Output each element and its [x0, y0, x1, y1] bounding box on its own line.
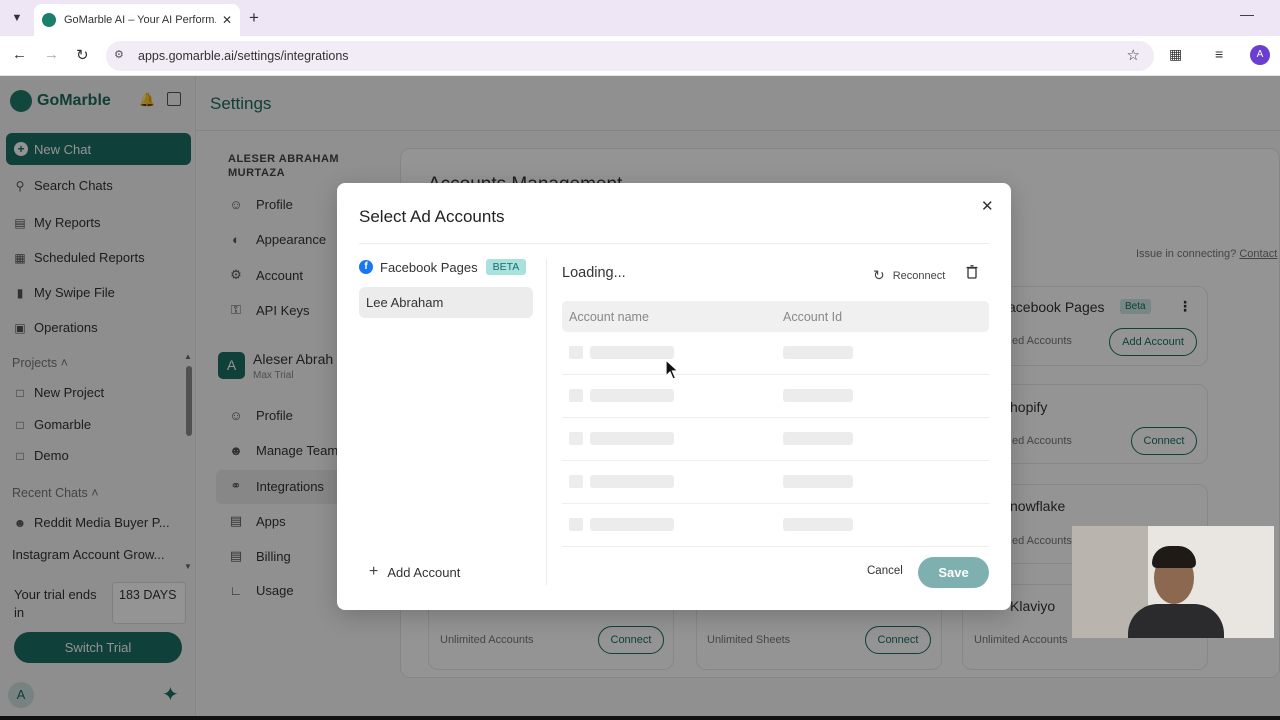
webcam-video-overlay: [1072, 526, 1274, 638]
refresh-icon: ↻: [873, 267, 885, 283]
skeleton-name: [590, 432, 674, 445]
extensions-puzzle-icon[interactable]: ▦: [1169, 46, 1182, 63]
screen-bottom-edge: [0, 716, 1280, 720]
minimize-window-icon[interactable]: —: [1240, 6, 1254, 22]
browser-tab[interactable]: GoMarble AI – Your AI Perform... ✕: [34, 4, 240, 36]
column-account-id: Account Id: [783, 310, 843, 324]
skeleton-checkbox: [569, 346, 583, 359]
reload-icon[interactable]: ↻: [76, 46, 89, 64]
skeleton-name: [590, 518, 674, 531]
reconnect-label: Reconnect: [892, 269, 946, 282]
gomarble-favicon-icon: [42, 13, 56, 27]
close-tab-icon[interactable]: ✕: [222, 13, 232, 27]
skeleton-row: [562, 418, 989, 461]
skeleton-row: [562, 375, 989, 418]
close-icon[interactable]: ✕: [981, 197, 994, 215]
select-ad-accounts-modal: Select Ad Accounts ✕ f Facebook Pages BE…: [337, 183, 1011, 610]
skeleton-checkbox: [569, 432, 583, 445]
accounts-table-header: Account name Account Id: [562, 301, 989, 332]
modal-title: Select Ad Accounts: [359, 207, 505, 226]
trash-icon[interactable]: [966, 265, 978, 279]
plus-icon: +: [369, 563, 379, 580]
account-list-item[interactable]: Lee Abraham: [359, 287, 533, 318]
new-tab-icon[interactable]: +: [249, 8, 259, 28]
skeleton-checkbox: [569, 475, 583, 488]
modal-divider: [359, 243, 989, 244]
skeleton-row: [562, 461, 989, 504]
skeleton-row: [562, 332, 989, 375]
skeleton-id: [783, 389, 853, 402]
skeleton-id: [783, 475, 853, 488]
skeleton-name: [590, 475, 674, 488]
reconnect-button[interactable]: ↻ Reconnect: [873, 267, 945, 284]
skeleton-checkbox: [569, 518, 583, 531]
platform-name: Facebook Pages: [380, 259, 478, 275]
url-text[interactable]: apps.gomarble.ai/settings/integrations: [138, 49, 349, 63]
media-queue-icon[interactable]: ≡: [1215, 46, 1223, 62]
skeleton-id: [783, 346, 853, 359]
bookmark-star-icon[interactable]: ☆: [1127, 46, 1140, 64]
mouse-cursor-icon: [665, 359, 679, 380]
webcam-person-body: [1128, 604, 1224, 638]
skeleton-id: [783, 518, 853, 531]
url-omnibox[interactable]: ⚙ apps.gomarble.ai/settings/integrations…: [106, 41, 1154, 71]
add-account-label: Add Account: [387, 564, 461, 580]
column-account-name: Account name: [569, 310, 649, 324]
tab-search-chevron-icon[interactable]: ▼: [8, 9, 26, 27]
skeleton-checkbox: [569, 389, 583, 402]
forward-arrow-icon[interactable]: →: [44, 46, 59, 63]
skeleton-name: [590, 346, 674, 359]
facebook-icon: f: [359, 260, 373, 274]
cancel-button[interactable]: Cancel: [867, 565, 903, 577]
save-button[interactable]: Save: [918, 557, 989, 588]
tab-title: GoMarble AI – Your AI Perform...: [64, 14, 216, 26]
loading-text: Loading...: [562, 265, 626, 281]
webcam-person-hair: [1152, 546, 1196, 568]
vertical-divider: [546, 259, 547, 585]
browser-profile-avatar[interactable]: A: [1250, 45, 1270, 65]
platform-header: f Facebook Pages BETA: [359, 259, 527, 275]
add-account-button[interactable]: + Add Account: [369, 563, 460, 581]
browser-tab-bar: ▼ GoMarble AI – Your AI Perform... ✕ + —: [0, 0, 1280, 36]
skeleton-row: [562, 504, 989, 547]
address-bar: ← → ↻ ⚙ apps.gomarble.ai/settings/integr…: [0, 36, 1280, 76]
skeleton-name: [590, 389, 674, 402]
site-settings-icon[interactable]: ⚙: [114, 48, 130, 64]
beta-badge: BETA: [485, 259, 527, 275]
back-arrow-icon[interactable]: ←: [12, 46, 27, 63]
skeleton-id: [783, 432, 853, 445]
